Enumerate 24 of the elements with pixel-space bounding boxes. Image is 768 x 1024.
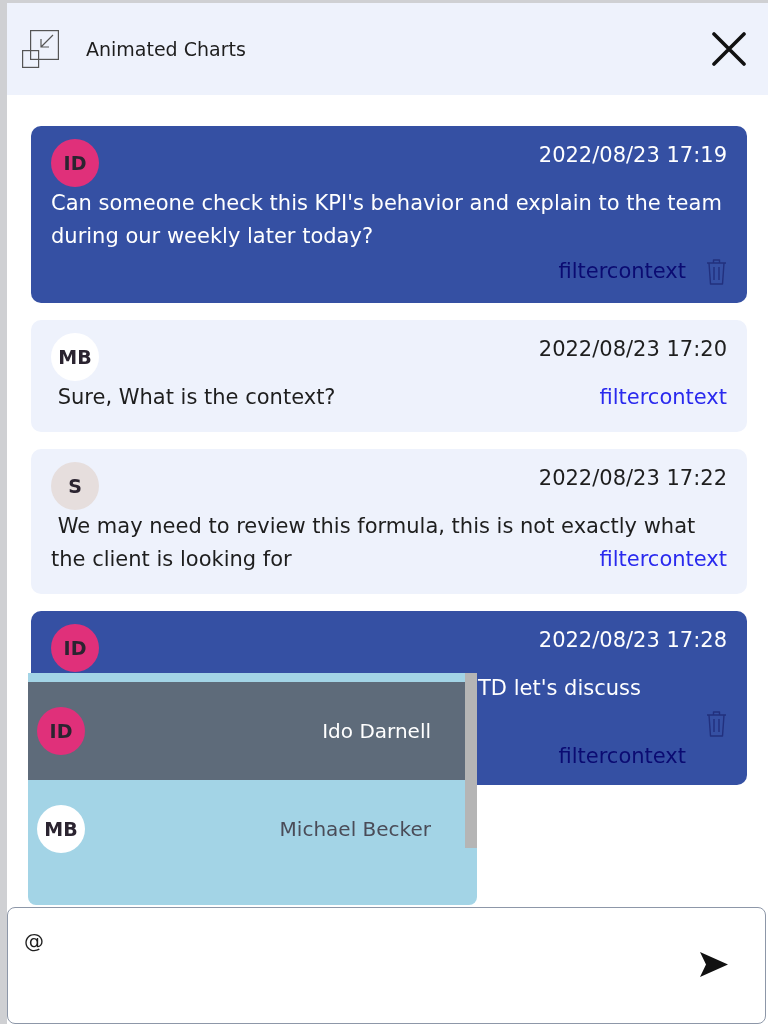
- filter-context-link[interactable]: filtercontext: [599, 381, 727, 414]
- message-text: TD let's discuss: [478, 676, 641, 700]
- message-time: 2022/08/23 17:19: [538, 142, 727, 169]
- message-text: Sure, What is the context? filtercontext: [51, 381, 727, 414]
- message-time: 2022/08/23 17:28: [538, 627, 727, 654]
- mention-option[interactable]: ID Ido Darnell: [28, 682, 465, 780]
- shrink-icon[interactable]: [22, 30, 59, 68]
- close-icon[interactable]: [712, 32, 746, 66]
- user-avatar: ID: [51, 624, 99, 672]
- message-time: 2022/08/23 17:22: [538, 465, 727, 492]
- message-input[interactable]: @: [7, 907, 766, 1024]
- scrollbar-thumb[interactable]: [465, 673, 477, 848]
- message-time: 2022/08/23 17:20: [538, 336, 727, 363]
- filter-context-link[interactable]: filtercontext: [599, 543, 727, 576]
- user-avatar: MB: [37, 805, 85, 853]
- send-icon[interactable]: [700, 952, 728, 977]
- user-avatar: MB: [51, 333, 99, 381]
- user-avatar: ID: [51, 139, 99, 187]
- mention-option[interactable]: MB Michael Becker: [28, 780, 465, 878]
- user-avatar: S: [51, 462, 99, 510]
- message-text: We may need to review this formula, this is not exactly what the client is looking for filtercontext: [51, 510, 727, 576]
- user-avatar: ID: [37, 707, 85, 755]
- message-text: Can someone check this KPI's behavior and explain to the team during our weekly later today?: [51, 191, 723, 248]
- window-title: Animated Charts: [86, 36, 246, 62]
